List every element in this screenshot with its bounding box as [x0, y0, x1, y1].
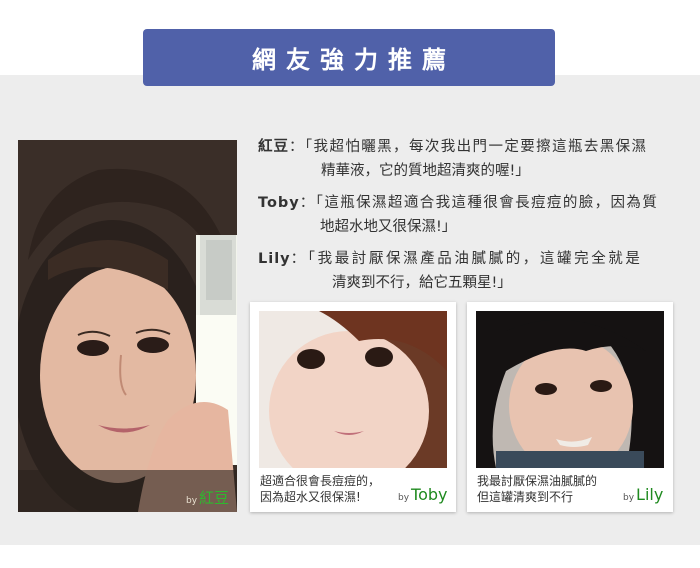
lily-signature: by Lily: [623, 485, 663, 504]
reviewer-name: Toby: [258, 195, 300, 211]
review-separator: ：: [299, 195, 316, 211]
signature-by: by: [398, 493, 410, 503]
polaroid-card-toby: 超適合很會長痘痘的， 因為超水又很保濕! by Toby: [250, 302, 456, 512]
review-text-line1: 「我超怕曬黑，每次我出門一定要擦這瓶去黑保濕: [304, 139, 648, 155]
polaroid-card-lily: 我最討厭保濕油膩膩的 但這罐清爽到不行 by Lily: [467, 302, 673, 512]
caption-line1: 超適合很會長痘痘的，: [260, 474, 381, 488]
review-first-line: 紅豆：「我超怕曬黑，每次我出門一定要擦這瓶去黑保濕: [258, 139, 647, 155]
main-photo-illustration: [18, 140, 237, 512]
signature-name: 紅豆: [199, 489, 230, 507]
signature-by: by: [623, 493, 635, 503]
toby-signature: by Toby: [398, 485, 448, 504]
caption-line2: 因為超水又很保濕!: [260, 490, 361, 504]
main-photo: by 紅豆: [18, 140, 237, 512]
review-text-line1: 「我最討厭保濕產品油膩膩的，這罐完全就是: [307, 251, 643, 267]
reviewer-name: 紅豆: [258, 139, 289, 155]
review-text-line2: 地超水地又很保濕!」: [320, 219, 457, 235]
signature-by: by: [186, 496, 198, 506]
main-photo-signature: by 紅豆: [186, 487, 229, 508]
review-first-line: Lily：「我最討厭保濕產品油膩膩的，這罐完全就是: [258, 251, 643, 267]
review-first-line: Toby：「這瓶保濕超適合我這種很會長痘痘的臉，因為質: [258, 195, 658, 211]
caption-line1: 我最討厭保濕油膩膩的: [477, 474, 598, 488]
lily-caption: 我最討厭保濕油膩膩的 但這罐清爽到不行: [477, 473, 597, 505]
caption-line2: 但這罐清爽到不行: [477, 490, 574, 504]
reviewer-name: Lily: [258, 251, 291, 267]
review-lily: Lily：「我最討厭保濕產品油膩膩的，這罐完全就是 清爽到不行，給它五顆星!」: [258, 247, 678, 295]
review-separator: ：: [290, 251, 308, 267]
toby-photo-illustration: [259, 311, 447, 468]
review-separator: ：: [289, 139, 305, 155]
toby-caption: 超適合很會長痘痘的， 因為超水又很保濕!: [260, 473, 380, 505]
review-text-line2: 清爽到不行，給它五顆星!」: [332, 275, 512, 291]
review-toby: Toby：「這瓶保濕超適合我這種很會長痘痘的臉，因為質 地超水地又很保濕!」: [258, 191, 678, 239]
signature-name: Toby: [411, 485, 448, 504]
review-text-line2: 精華液，它的質地超清爽的喔!」: [321, 163, 530, 179]
signature-name: Lily: [636, 485, 664, 504]
lily-photo-illustration: [476, 311, 664, 468]
review-hongdou: 紅豆：「我超怕曬黑，每次我出門一定要擦這瓶去黑保濕 精華液，它的質地超清爽的喔!…: [258, 135, 678, 183]
lily-photo: [476, 311, 664, 468]
review-text-line1: 「這瓶保濕超適合我這種很會長痘痘的臉，因為質: [315, 195, 659, 211]
page-title: 網友強力推薦: [143, 29, 555, 86]
toby-photo: [259, 311, 447, 468]
